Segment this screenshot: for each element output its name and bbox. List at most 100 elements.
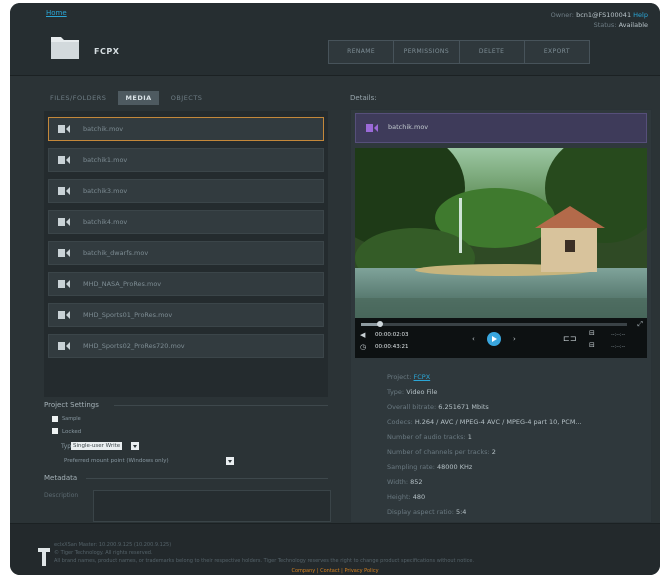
info-row: Type: Video File [387,385,582,400]
list-item[interactable]: batchik4.mov [48,210,324,234]
file-name: MHD_NASA_ProRes.mov [83,280,162,288]
company-link[interactable]: Company [291,568,315,574]
permissions-button[interactable]: PERMISSIONS [394,41,460,63]
current-timecode: 00:00:02:03 [375,332,409,338]
file-info: Project: FCPX Type: Video File Overall b… [387,370,582,520]
video-file-icon [58,218,70,226]
list-item[interactable]: batchik1.mov [48,148,324,172]
selected-file-header: batchik.mov [355,113,647,143]
status-value: Available [618,21,648,29]
tab-files-folders[interactable]: FILES/FOLDERS [50,94,106,102]
video-file-icon [366,124,378,132]
info-row: Codecs: H.264 / AVC / MPEG-4 AVC / MPEG-… [387,415,582,430]
file-name: MHD_Sports02_ProRes720.mov [83,342,185,350]
tab-objects[interactable]: OBJECTS [171,94,203,102]
privacy-policy-link[interactable]: Privacy Policy [344,568,378,574]
fullscreen-icon[interactable]: ⤢ [637,320,643,329]
info-value: Video File [406,388,438,396]
info-label: Overall bitrate: [387,403,437,411]
owner-label: Owner: [550,11,574,19]
folder-icon [51,37,79,59]
file-name: batchik1.mov [83,156,128,164]
seek-bar[interactable] [361,321,627,327]
locked-checkbox[interactable] [52,428,58,434]
export-button[interactable]: EXPORT [525,41,589,63]
list-item[interactable]: batchik.mov [48,117,324,141]
next-frame-icon[interactable]: › [513,335,516,343]
info-value: H.264 / AVC / MPEG-4 AVC / MPEG-4 part 1… [414,418,582,426]
info-value: 48000 KHz [436,463,473,471]
footer-links: Company | Contact | Privacy Policy [291,568,379,574]
info-row: Overall bitrate: 6.251671 Mbits [387,400,582,415]
info-label: Number of audio tracks: [387,433,466,441]
mark-in-icon[interactable]: ⊟ [589,329,595,337]
tiger-logo-icon [38,548,50,566]
chevron-down-icon[interactable] [131,442,139,450]
status-label: Status: [593,21,617,29]
mark-in-timecode: --:--:-- [611,332,626,338]
mark-in-out-icon[interactable]: ⊏⊐ [563,334,576,343]
footer: eclxXSan Master: 10.200.9.125 (10.200.9.… [10,523,660,575]
info-label: Number of channels per tracks: [387,448,490,456]
info-label: Sampling rate: [387,463,435,471]
list-item[interactable]: MHD_Sports02_ProRes720.mov [48,334,324,358]
help-link[interactable]: Help [633,11,648,19]
info-value: 2 [491,448,496,456]
play-button[interactable] [487,332,501,346]
list-item[interactable]: MHD_NASA_ProRes.mov [48,272,324,296]
info-label: Width: [387,478,409,486]
list-item[interactable]: MHD_Sports01_ProRes.mov [48,303,324,327]
play-icon [492,335,497,342]
sample-checkbox[interactable] [52,416,58,422]
info-value: 6.251671 Mbits [438,403,489,411]
app-window: Home Owner: bcn1@FS100041 Help Status: A… [10,3,660,575]
mount-point-label: Preferred mount point (Windows only) [64,458,169,464]
selected-file-name: batchik.mov [388,123,429,131]
video-file-icon [58,280,70,288]
rename-button[interactable]: RENAME [329,41,395,63]
info-row: Number of channels per tracks: 2 [387,445,582,460]
file-name: batchik3.mov [83,187,128,195]
player-controls: ⤢ ◀ ◷ 00:00:02:03 00:00:43:21 ‹ › ⊏⊐ ⊟ ⊟… [355,318,647,358]
info-value: 480 [412,493,426,501]
owner-status: Owner: bcn1@FS100041 Help Status: Availa… [551,10,648,30]
tab-media[interactable]: MEDIA [118,91,159,105]
info-label: Codecs: [387,418,413,426]
type-select[interactable]: Single-user Write [71,442,123,450]
locked-label: Locked [62,429,82,435]
delete-button[interactable]: DELETE [460,41,525,63]
video-file-icon [58,156,70,164]
info-row: Number of audio tracks: 1 [387,430,582,445]
file-name: batchik4.mov [83,218,128,226]
contact-link[interactable]: Contact [320,568,339,574]
sample-label: Sample [62,416,81,422]
video-file-icon [58,342,70,350]
info-row: Project: FCPX [387,370,582,385]
project-link[interactable]: FCPX [414,373,431,381]
description-field[interactable] [93,490,331,522]
seek-handle[interactable] [376,321,383,327]
metadata-heading: Metadata [44,474,78,482]
info-row: Display aspect ratio: 5:4 [387,505,582,520]
list-item[interactable]: batchik3.mov [48,179,324,203]
tab-bar: FILES/FOLDERS MEDIA OBJECTS [50,91,202,105]
video-preview[interactable] [355,148,647,318]
description-label: Description [44,492,79,499]
list-item[interactable]: batchik_dwarfs.mov [48,241,324,265]
volume-icon[interactable]: ◀ [360,331,365,339]
details-panel: batchik.mov ⤢ ◀ ◷ 00:00:02:03 00:00:43:2… [350,109,652,523]
divider [114,405,328,406]
info-value: 5:4 [455,508,467,516]
video-file-icon [58,125,70,133]
details-heading: Details: [350,94,377,102]
video-file-icon [58,249,70,257]
info-value: 852 [410,478,423,486]
info-label: Height: [387,493,411,501]
video-file-icon [58,311,70,319]
mark-out-icon[interactable]: ⊟ [589,341,595,349]
previous-frame-icon[interactable]: ‹ [472,335,475,343]
home-link[interactable]: Home [46,9,67,17]
chevron-down-icon[interactable] [226,457,234,465]
file-name: batchik_dwarfs.mov [83,249,149,257]
info-label: Display aspect ratio: [387,508,454,516]
